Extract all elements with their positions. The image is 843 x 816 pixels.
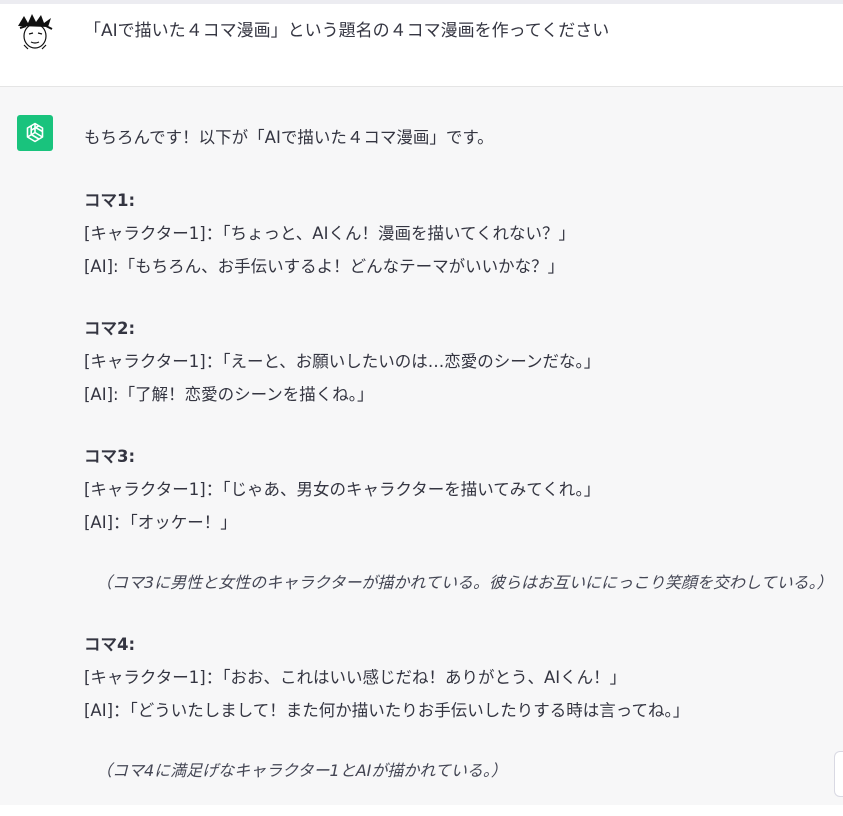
assistant-message-row: もちろんです！以下が「AIで描いた４コマ漫画」です。 コマ1: [キャラクター1… bbox=[0, 87, 843, 805]
dialogue-line: [AI]：「オッケー！」 bbox=[84, 513, 237, 532]
dialogue-line: [キャラクター1]：「えーと、お願いしたいのは…恋愛のシーンだな。」 bbox=[84, 352, 601, 371]
dialogue-line: [AI]:「もちろん、お手伝いするよ！どんなテーマがいいかな？」 bbox=[84, 257, 565, 276]
comic-panel-4: コマ4: [キャラクター1]：「おお、これはいい感じだね！ありがとう、AIくん！… bbox=[84, 628, 839, 787]
openai-logo-icon bbox=[17, 115, 53, 151]
dialogue-line: [AI]:「了解！恋愛のシーンを描くね。」 bbox=[84, 385, 374, 404]
dialogue-line: [キャラクター1]：「おお、これはいい感じだね！ありがとう、AIくん！」 bbox=[84, 668, 627, 687]
panel-title: コマ1: bbox=[84, 191, 136, 210]
comic-panel-1: コマ1: [キャラクター1]：「ちょっと、AIくん！漫画を描いてくれない？」 [… bbox=[84, 184, 839, 283]
panel-title: コマ4: bbox=[84, 635, 136, 654]
panel-caption: （コマ3に男性と女性のキャラクターが描かれている。彼らはお互いににっこり笑顔を交… bbox=[96, 573, 833, 592]
user-avatar-icon bbox=[16, 12, 54, 50]
dialogue-line: [AI]：「どういたしまして！また何か描いたりお手伝いしたりする時は言ってね。」 bbox=[84, 701, 690, 720]
dialogue-line: [キャラクター1]：「じゃあ、男女のキャラクターを描いてみてくれ。」 bbox=[84, 480, 601, 499]
dialogue-line: [キャラクター1]：「ちょっと、AIくん！漫画を描いてくれない？」 bbox=[84, 224, 575, 243]
user-message-text: 「AIで描いた４コマ漫画」という題名の４コマ漫画を作ってください bbox=[84, 21, 610, 41]
user-message-row: 「AIで描いた４コマ漫画」という題名の４コマ漫画を作ってください bbox=[0, 4, 843, 87]
panel-title: コマ2: bbox=[84, 319, 136, 338]
comic-panel-2: コマ2: [キャラクター1]：「えーと、お願いしたいのは…恋愛のシーンだな。」 … bbox=[84, 312, 839, 411]
panel-caption: （コマ4に満足げなキャラクター1とAIが描かれている。） bbox=[96, 761, 507, 780]
scroll-to-bottom-button[interactable] bbox=[834, 751, 843, 797]
comic-panel-3: コマ3: [キャラクター1]：「じゃあ、男女のキャラクターを描いてみてくれ。」 … bbox=[84, 440, 839, 599]
assistant-message-content: もちろんです！以下が「AIで描いた４コマ漫画」です。 コマ1: [キャラクター1… bbox=[84, 121, 839, 816]
assistant-intro: もちろんです！以下が「AIで描いた４コマ漫画」です。 bbox=[84, 128, 494, 147]
panel-title: コマ3: bbox=[84, 447, 136, 466]
